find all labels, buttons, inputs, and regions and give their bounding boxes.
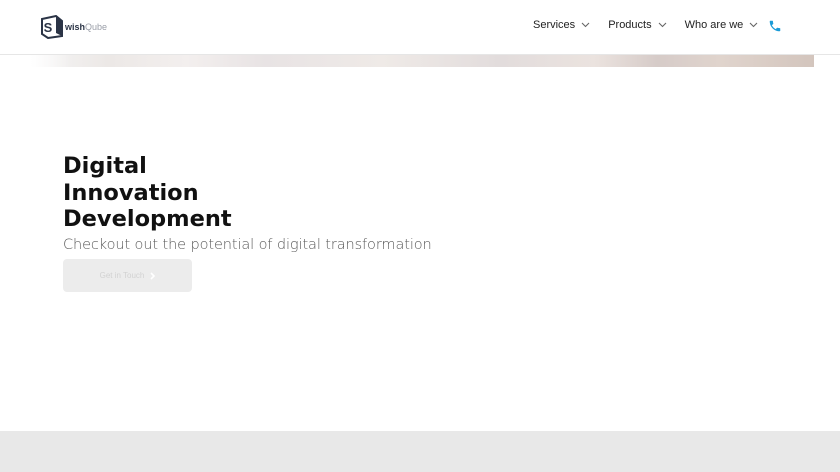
chevron-right-icon — [150, 271, 156, 280]
cta-label: Get in Touch — [99, 271, 145, 280]
footer-band — [0, 431, 840, 472]
logo-cube-icon: S — [40, 14, 64, 40]
nav-item-label: Products — [608, 19, 652, 31]
nav-item-products[interactable]: Products — [608, 19, 666, 31]
chevron-down-icon — [749, 22, 758, 28]
phone-icon[interactable] — [768, 19, 782, 33]
nav-item-services[interactable]: Services — [533, 19, 590, 31]
brand-name-bold: wish — [65, 22, 86, 32]
site-header: S wish Qube Services Products Who are we — [0, 0, 840, 55]
hero-image-strip — [30, 55, 814, 67]
logo-letter: S — [44, 20, 53, 35]
headline-line: Innovation — [63, 179, 199, 206]
hero-headline: Digital Innovation Development — [63, 153, 232, 233]
chevron-down-icon — [581, 22, 590, 28]
main-nav: Services Products Who are we — [533, 19, 776, 31]
chevron-down-icon — [658, 22, 666, 28]
brand-name-light: Qube — [85, 22, 108, 32]
headline-line: Development — [63, 206, 232, 232]
brand-logo[interactable]: S wish Qube — [40, 14, 107, 40]
hero-subheading: Checkout out the potential of digital tr… — [63, 237, 432, 253]
nav-item-label: Who are we — [684, 19, 744, 31]
nav-item-label: Services — [533, 19, 576, 31]
brand-name: wish Qube — [65, 22, 107, 32]
headline-line: Digital — [63, 153, 147, 179]
nav-item-who-are-we[interactable]: Who are we — [685, 19, 759, 31]
get-in-touch-button[interactable]: Get in Touch — [63, 259, 192, 292]
